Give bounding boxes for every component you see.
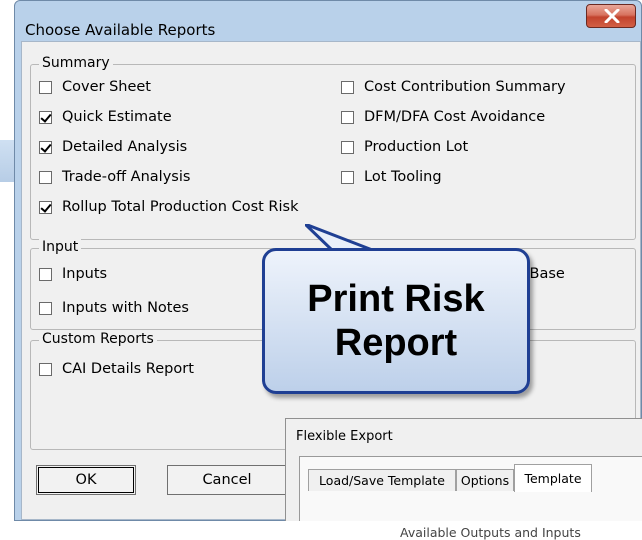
checkbox-box[interactable] (39, 200, 52, 214)
checkbox-box[interactable] (341, 170, 354, 184)
ok-button[interactable]: OK (36, 465, 136, 495)
dialog-title: Choose Available Reports (25, 21, 216, 39)
flexible-export-window: Flexible Export Load/Save Template Optio… (285, 418, 642, 540)
checkbox-cost-contribution-summary[interactable]: Cost Contribution Summary (341, 77, 566, 97)
available-outputs-caption: Available Outputs and Inputs (400, 525, 581, 540)
checkbox-box[interactable] (39, 110, 52, 124)
checkbox-label: Quick Estimate (62, 109, 172, 125)
checkbox-label: Cover Sheet (62, 79, 151, 95)
checkbox-inputs-with-notes[interactable]: Inputs with Notes (39, 298, 189, 318)
checkbox-label: Inputs with Notes (62, 300, 189, 316)
input-group-title: Input (39, 239, 82, 255)
summary-group-title: Summary (39, 55, 113, 71)
checkbox-label: Detailed Analysis (62, 139, 188, 155)
checkbox-box[interactable] (39, 362, 52, 376)
checkbox-dfm-dfa-cost-avoidance[interactable]: DFM/DFA Cost Avoidance (341, 107, 545, 127)
tab-options[interactable]: Options (456, 469, 514, 491)
checkbox-rollup-cost-risk[interactable]: Rollup Total Production Cost Risk (39, 197, 298, 217)
checkbox-label: Cost Contribution Summary (364, 79, 566, 95)
cancel-button[interactable]: Cancel (167, 465, 287, 495)
checkbox-box[interactable] (39, 267, 52, 281)
checkbox-box[interactable] (341, 140, 354, 154)
checkbox-label: Production Lot (364, 139, 469, 155)
checkbox-quick-estimate[interactable]: Quick Estimate (39, 107, 172, 127)
tab-load-save-template[interactable]: Load/Save Template (308, 469, 456, 491)
checkbox-box[interactable] (39, 301, 52, 315)
checkbox-box[interactable] (341, 80, 354, 94)
checkbox-label: Inputs (62, 266, 108, 282)
close-icon (604, 9, 620, 23)
checkbox-cover-sheet[interactable]: Cover Sheet (39, 77, 151, 97)
checkbox-box[interactable] (39, 170, 52, 184)
title-bar[interactable]: Choose Available Reports (15, 1, 641, 41)
flexible-export-title: Flexible Export (296, 429, 393, 444)
flexible-export-tab-panel: Load/Save Template Options Template Avai… (299, 456, 642, 540)
callout-line-1: Print Risk (307, 278, 485, 320)
checkbox-label: Rollup Total Production Cost Risk (62, 199, 299, 215)
checkbox-label: Lot Tooling (364, 169, 442, 185)
callout-line-2: Report (334, 322, 458, 364)
checkbox-label: Trade-off Analysis (62, 169, 191, 185)
close-button[interactable] (586, 4, 636, 28)
checkbox-box[interactable] (39, 80, 52, 94)
summary-group: Summary Cover Sheet Quick Estimate Detai… (30, 55, 636, 240)
checkbox-lot-tooling[interactable]: Lot Tooling (341, 167, 442, 187)
checkbox-detailed-analysis[interactable]: Detailed Analysis (39, 137, 187, 157)
tab-template[interactable]: Template (514, 464, 592, 492)
checkbox-cai-details-report[interactable]: CAI Details Report (39, 359, 194, 379)
checkbox-box[interactable] (39, 140, 52, 154)
checkbox-label: CAI Details Report (62, 361, 194, 377)
print-risk-report-callout: Print Risk Report (262, 248, 530, 394)
custom-reports-group-title: Custom Reports (39, 331, 157, 347)
checkbox-box[interactable] (341, 110, 354, 124)
checkbox-inputs[interactable]: Inputs (39, 264, 107, 284)
checkbox-label: DFM/DFA Cost Avoidance (364, 109, 546, 125)
checkbox-production-lot[interactable]: Production Lot (341, 137, 468, 157)
checkbox-trade-off-analysis[interactable]: Trade-off Analysis (39, 167, 190, 187)
